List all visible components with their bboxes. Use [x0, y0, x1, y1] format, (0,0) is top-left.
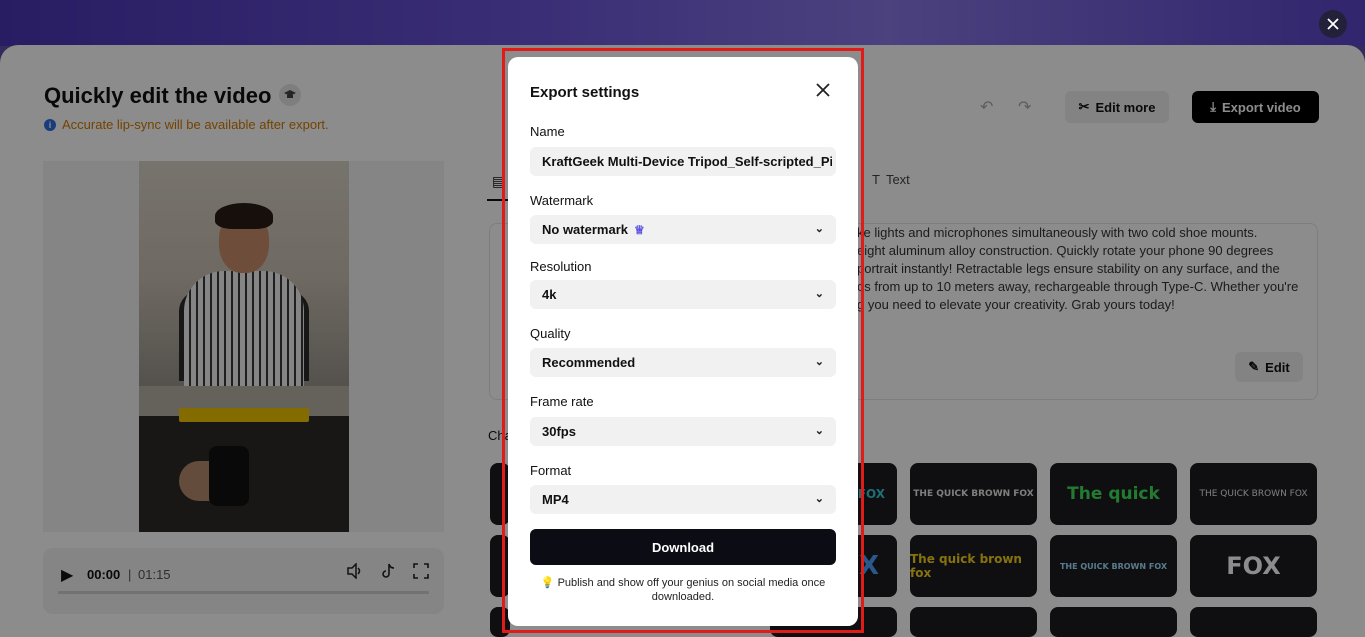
close-icon[interactable]: [813, 81, 833, 101]
download-button[interactable]: Download: [530, 529, 836, 565]
chevron-down-icon: ⌄: [814, 288, 824, 300]
lightbulb-icon: 💡: [540, 577, 555, 589]
crown-icon: ♕: [633, 222, 645, 237]
resolution-select[interactable]: 4k ⌄: [530, 280, 836, 309]
name-label: Name: [530, 124, 565, 139]
close-icon[interactable]: [1319, 10, 1347, 38]
watermark-select[interactable]: No watermark ♕ ⌄: [530, 215, 836, 244]
chevron-down-icon: ⌄: [814, 356, 824, 368]
quality-label: Quality: [530, 326, 571, 341]
chevron-down-icon: ⌄: [814, 223, 824, 235]
name-input[interactable]: KraftGeek Multi-Device Tripod_Self-scrip…: [530, 147, 836, 176]
framerate-select[interactable]: 30fps ⌄: [530, 417, 836, 446]
framerate-label: Frame rate: [530, 394, 594, 409]
publish-tip: 💡 Publish and show off your genius on so…: [540, 577, 826, 603]
chevron-down-icon: ⌄: [814, 425, 824, 437]
format-select[interactable]: MP4 ⌄: [530, 485, 836, 514]
resolution-label: Resolution: [530, 259, 592, 274]
watermark-label: Watermark: [530, 193, 594, 208]
export-settings-dialog: Export settings Name KraftGeek Multi-Dev…: [508, 57, 858, 626]
quality-select[interactable]: Recommended ⌄: [530, 348, 836, 377]
dialog-title: Export settings: [530, 84, 640, 101]
format-label: Format: [530, 463, 572, 478]
chevron-down-icon: ⌄: [814, 493, 824, 505]
